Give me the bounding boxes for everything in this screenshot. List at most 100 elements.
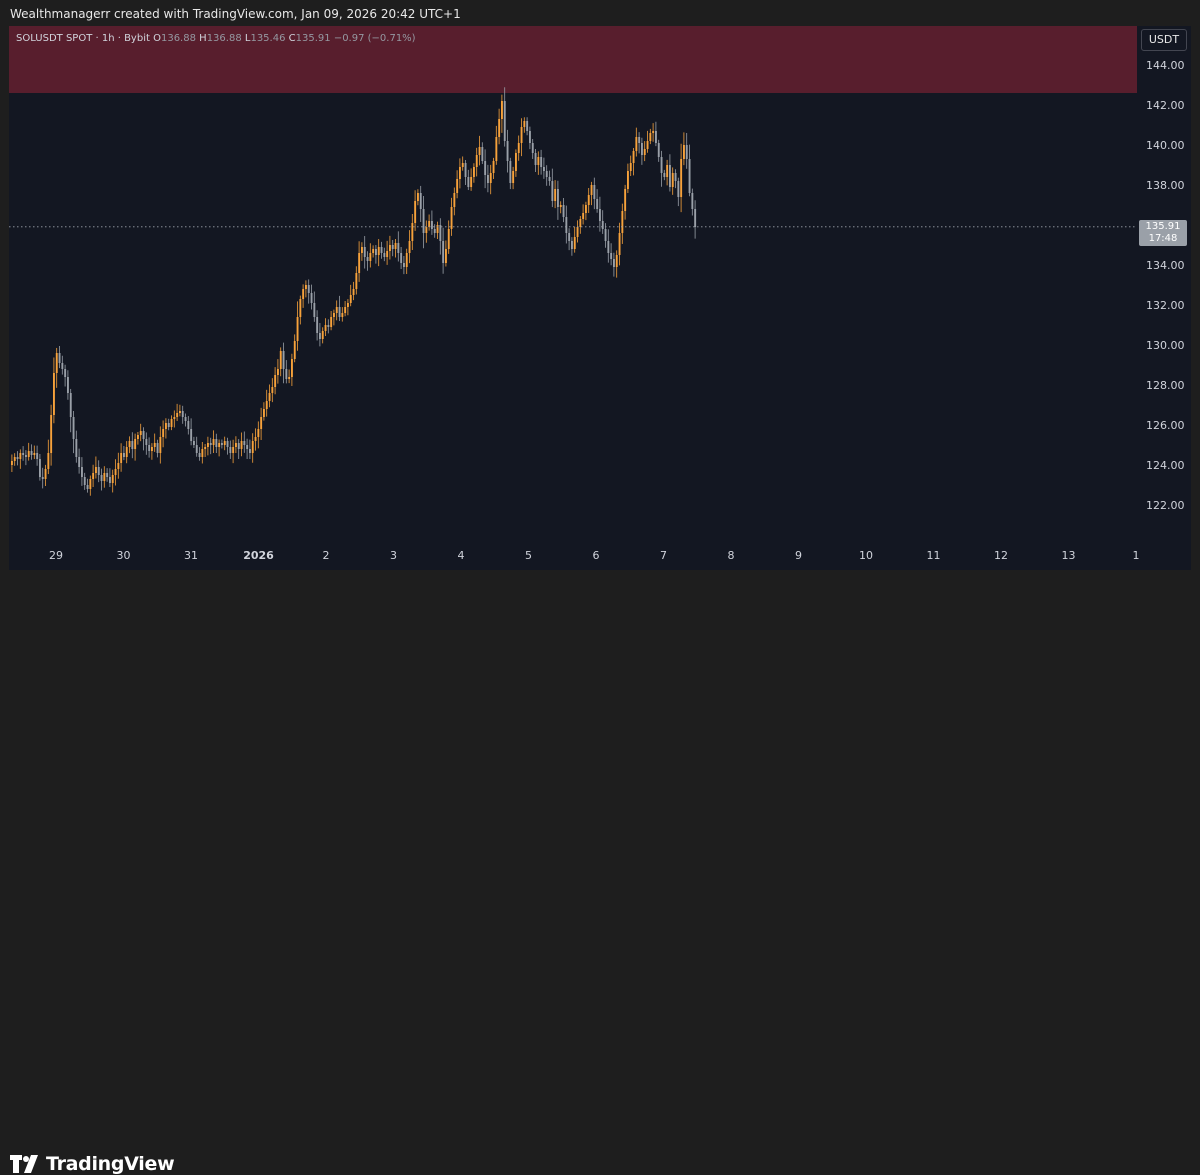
candle-body	[75, 439, 78, 457]
candle-body	[190, 429, 193, 441]
x-tick-label: 10	[859, 549, 873, 562]
candle-body	[523, 121, 526, 127]
candlestick-chart[interactable]: 144.00142.00140.00138.00136.00134.00132.…	[0, 0, 1200, 621]
candle-body	[652, 131, 655, 133]
candle-body	[436, 225, 439, 233]
candle-body	[165, 423, 167, 429]
candle-body	[492, 161, 495, 173]
candle-body	[83, 477, 86, 485]
candle-body	[47, 453, 50, 469]
open-value: 136.88	[160, 33, 196, 44]
candle-body	[237, 443, 240, 449]
candle-body	[321, 331, 324, 339]
candle-body	[274, 375, 277, 387]
candle-body	[78, 457, 81, 467]
symbol-legend[interactable]: SOLUSDT SPOT · 1h · Bybit O136.88 H136.8…	[16, 33, 416, 44]
y-tick-label: 128.00	[1146, 379, 1185, 392]
candle-body	[573, 237, 576, 249]
candle-body	[243, 441, 246, 445]
candle-body	[576, 227, 579, 237]
last-price-value: 135.91	[1145, 221, 1181, 232]
candle-body	[198, 453, 201, 457]
candle-body	[691, 193, 694, 209]
candle-body	[207, 443, 209, 447]
candle-body	[506, 141, 509, 161]
candle-body	[551, 181, 554, 201]
candle-body	[181, 411, 184, 417]
change-value: −0.97 (−0.71%)	[333, 33, 416, 44]
candle-body	[299, 299, 302, 317]
candle-body	[285, 369, 288, 379]
candle-body	[383, 253, 386, 257]
candle-body	[517, 143, 520, 153]
candle-body	[363, 247, 366, 257]
candle-body	[271, 387, 274, 393]
candle-body	[305, 285, 307, 289]
y-tick-label: 122.00	[1146, 499, 1185, 512]
candle-body	[173, 417, 176, 419]
candle-body	[562, 205, 565, 217]
candle-body	[641, 143, 643, 155]
candle-body	[422, 209, 425, 233]
candle-body	[41, 477, 44, 479]
x-tick-label: 5	[525, 549, 532, 562]
candle-body	[400, 253, 403, 263]
high-value: 136.88	[206, 33, 242, 44]
candle-body	[613, 259, 615, 267]
candle-body	[618, 233, 621, 255]
candle-body	[257, 429, 260, 437]
candle-body	[571, 241, 573, 249]
candle-body	[447, 229, 450, 249]
candle-body	[86, 485, 89, 489]
candle-body	[293, 341, 296, 359]
countdown-value: 17:48	[1148, 233, 1178, 244]
candle-body	[109, 477, 111, 483]
candle-body	[621, 211, 624, 233]
currency-button[interactable]: USDT	[1141, 29, 1187, 51]
candle-body	[515, 153, 517, 171]
candle-body	[352, 289, 355, 295]
candle-body	[565, 217, 568, 233]
low-value: 135.46	[250, 33, 286, 44]
candle-body	[593, 185, 596, 199]
candle-body	[669, 165, 671, 187]
candle-body	[291, 359, 293, 377]
candle-body	[559, 205, 562, 207]
candle-body	[419, 193, 422, 209]
candle-body	[478, 147, 481, 155]
candle-body	[97, 467, 100, 475]
candle-body	[223, 441, 226, 445]
candle-body	[151, 447, 153, 451]
candle-body	[677, 181, 680, 197]
candle-body	[251, 441, 254, 453]
candle-body	[30, 451, 33, 455]
x-tick-label: 30	[117, 549, 131, 562]
candle-body	[16, 457, 19, 459]
candle-body	[302, 289, 305, 299]
candle-body	[425, 227, 428, 233]
candle-body	[215, 439, 218, 447]
candle-body	[187, 421, 190, 429]
candle-body	[254, 437, 257, 441]
candle-body	[193, 441, 195, 445]
candle-body	[316, 317, 319, 333]
candle-body	[366, 257, 369, 261]
candle-body	[265, 401, 268, 409]
candle-body	[159, 437, 162, 453]
candle-body	[433, 229, 436, 233]
candle-body	[134, 439, 137, 449]
candle-body	[655, 131, 657, 143]
candle-body	[459, 167, 461, 179]
candle-body	[456, 179, 459, 193]
candle-body	[106, 473, 109, 477]
candle-body	[176, 413, 179, 417]
candle-body	[439, 225, 442, 241]
brand-logo[interactable]: TradingView	[10, 1153, 175, 1175]
candle-body	[235, 443, 237, 447]
candle-body	[229, 447, 232, 453]
candle-body	[643, 149, 646, 155]
candle-body	[67, 377, 69, 393]
x-tick-label: 9	[795, 549, 802, 562]
candle-body	[324, 325, 327, 331]
candle-body	[184, 417, 187, 421]
